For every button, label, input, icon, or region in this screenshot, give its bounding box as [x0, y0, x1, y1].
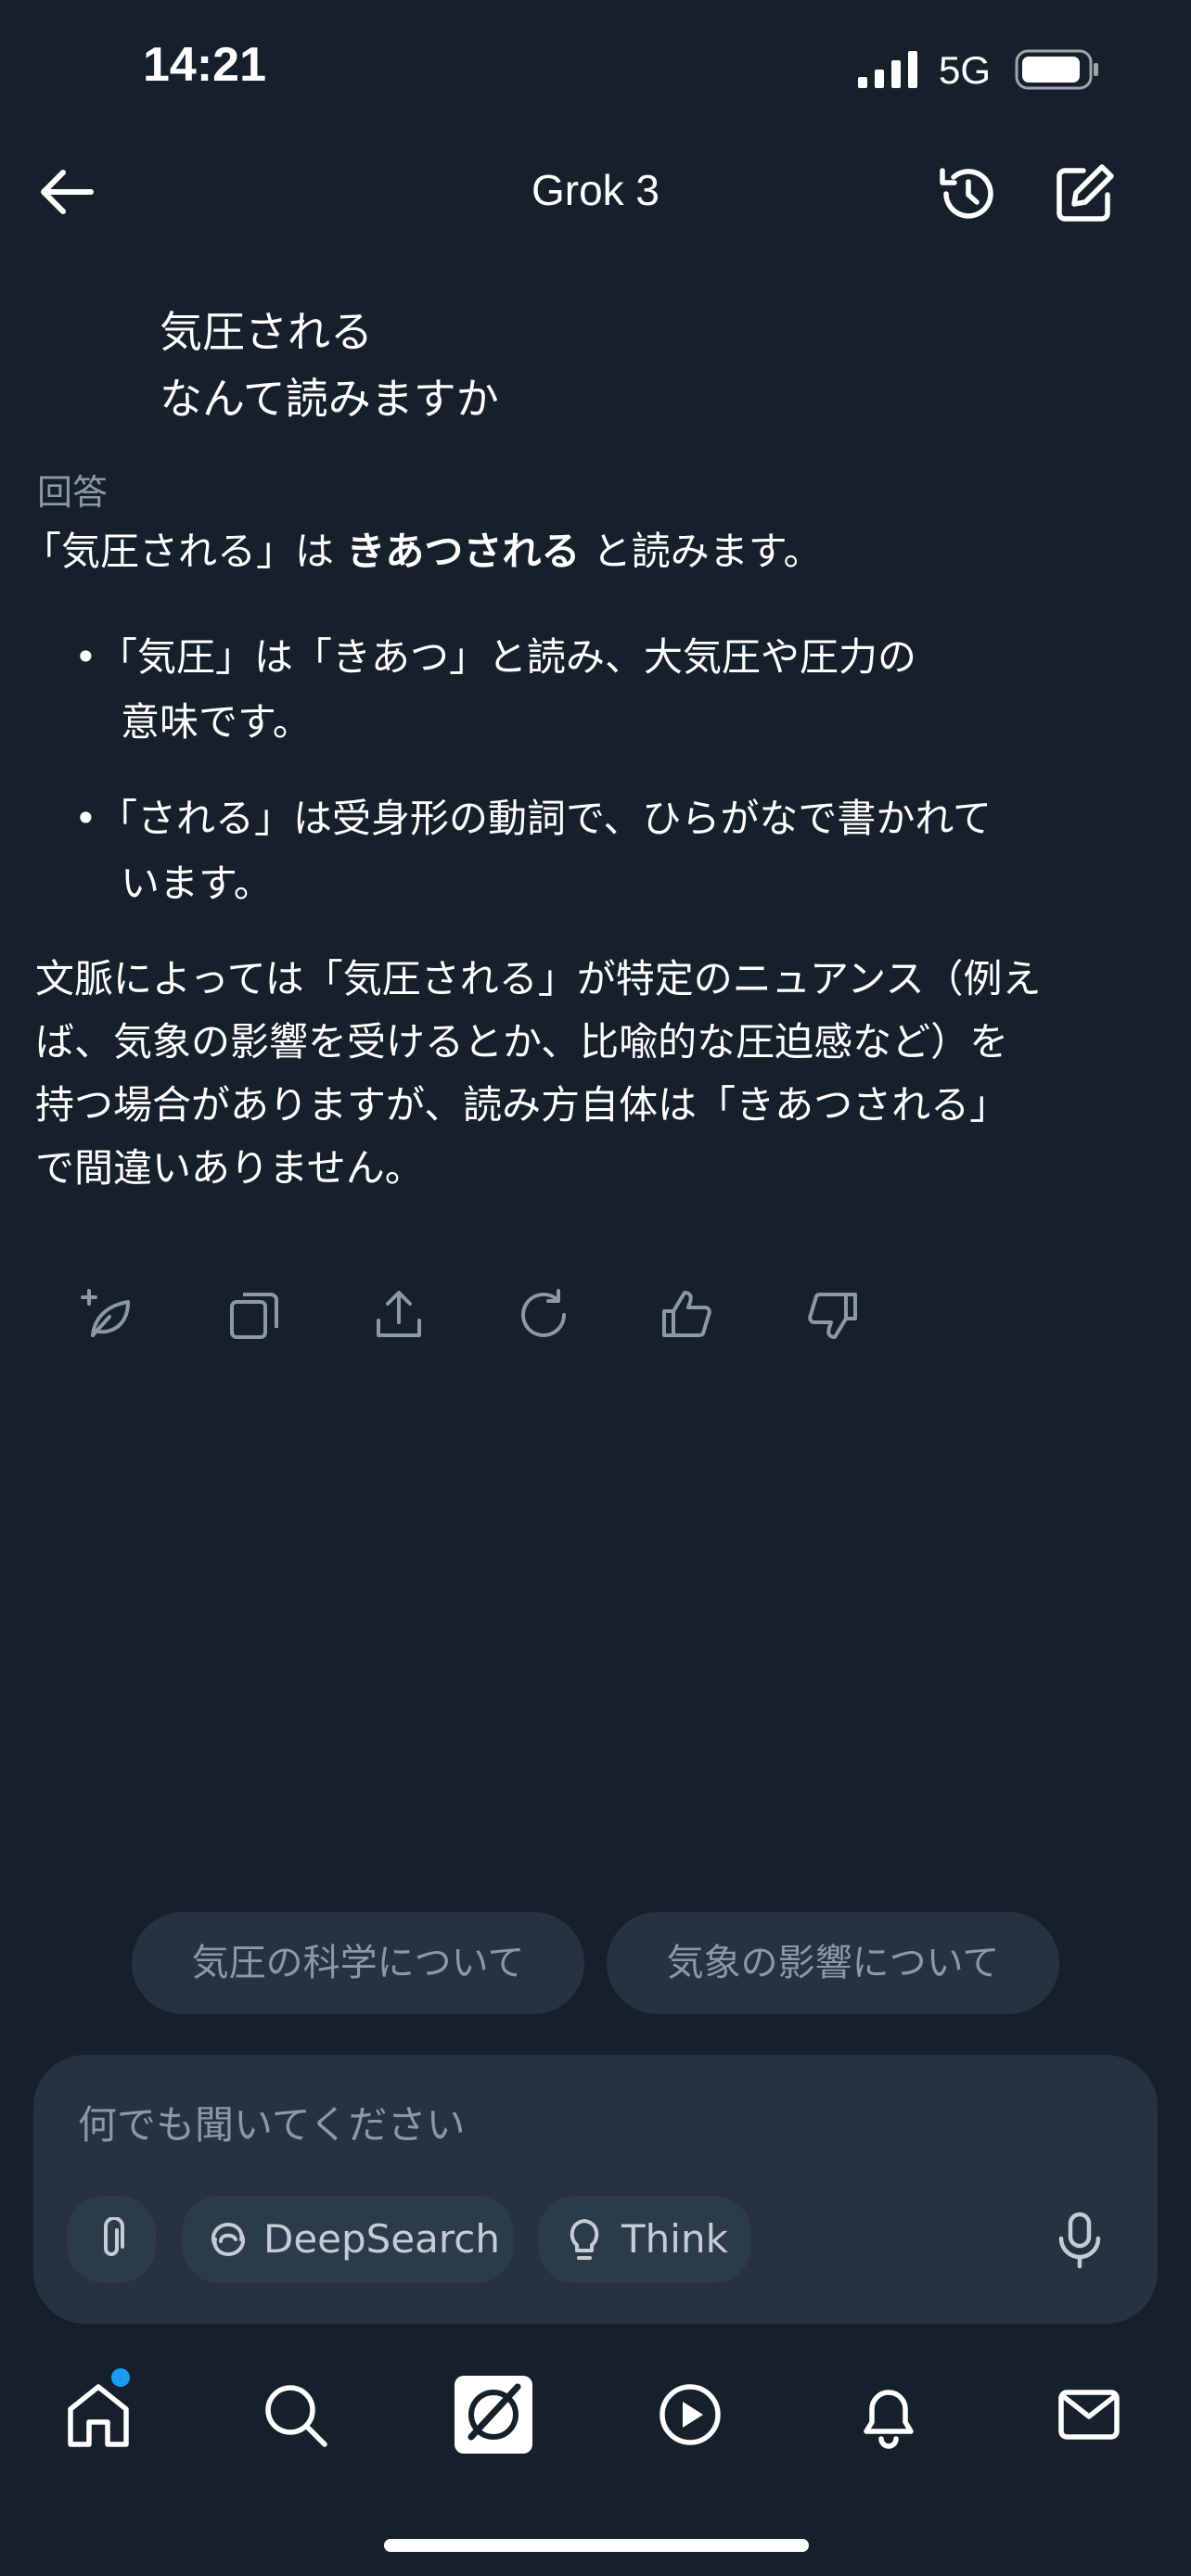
think-button[interactable]: Think: [538, 2196, 751, 2283]
deepsearch-button[interactable]: DeepSearch: [182, 2196, 514, 2283]
suggestion-chip[interactable]: 気象の影響について: [607, 1912, 1059, 2014]
user-message-line: 気圧される: [160, 307, 373, 357]
lightbulb-icon: [570, 2219, 599, 2260]
list-item: 「気圧」は「きあつ」と読み、大気圧や圧力の 意味です。: [35, 625, 1158, 755]
messages-icon[interactable]: [1054, 2379, 1124, 2450]
attach-button[interactable]: [67, 2196, 156, 2283]
message-input[interactable]: 何でも聞いてください: [78, 2094, 465, 2150]
answer-label: 回答: [37, 472, 109, 513]
answer-paragraph: 文脈によっては「気圧される」が特定のニュアンス（例え ば、気象の影響を受けるとか…: [35, 956, 1042, 1191]
page-title: Grok 3: [531, 166, 660, 214]
thumbs-up-icon[interactable]: [657, 1285, 716, 1345]
sparkle-leaf-icon[interactable]: [78, 1285, 137, 1345]
history-icon[interactable]: [935, 161, 1000, 226]
new-chat-edit-icon[interactable]: [1052, 161, 1117, 226]
answer-intro: 「気圧される」は きあつされる と読みます。: [22, 529, 823, 574]
battery-icon: [1015, 49, 1098, 90]
paperclip-icon: [104, 2217, 124, 2256]
home-icon[interactable]: [63, 2379, 134, 2450]
list-item: 「される」は受身形の動詞で、ひらがなで書かれて います。: [35, 786, 1158, 916]
user-message-line: なんて読みますか: [160, 374, 499, 424]
notifications-icon[interactable]: [853, 2379, 924, 2450]
home-indicator: [384, 2539, 809, 2552]
status-time: 14:21: [143, 38, 266, 92]
answer-reading: きあつされる: [346, 529, 581, 574]
suggestion-chip[interactable]: 気圧の科学について: [132, 1912, 584, 2014]
signal-icon: [858, 51, 917, 88]
copy-icon[interactable]: [224, 1285, 284, 1345]
notification-dot: [111, 2368, 130, 2387]
network-label: 5G: [939, 48, 992, 92]
thumbs-down-icon[interactable]: [803, 1285, 863, 1345]
search-icon[interactable]: [260, 2379, 330, 2450]
microphone-icon[interactable]: [1052, 2211, 1108, 2270]
play-icon[interactable]: [655, 2379, 725, 2450]
user-message: 気圧される なんて読みますか: [160, 299, 499, 432]
share-icon[interactable]: [369, 1285, 429, 1345]
answer-body: 「気圧される」は きあつされる と読みます。 「気圧」は「きあつ」と読み、大気圧…: [22, 519, 1158, 1200]
grok-icon[interactable]: [455, 2376, 532, 2454]
regenerate-icon[interactable]: [514, 1285, 573, 1345]
deepsearch-icon: [211, 2222, 246, 2257]
think-label: Think: [621, 2216, 728, 2262]
deepsearch-label: DeepSearch: [263, 2216, 500, 2262]
answer-bullets: 「気圧」は「きあつ」と読み、大気圧や圧力の 意味です。 「される」は受身形の動詞…: [35, 625, 1158, 916]
